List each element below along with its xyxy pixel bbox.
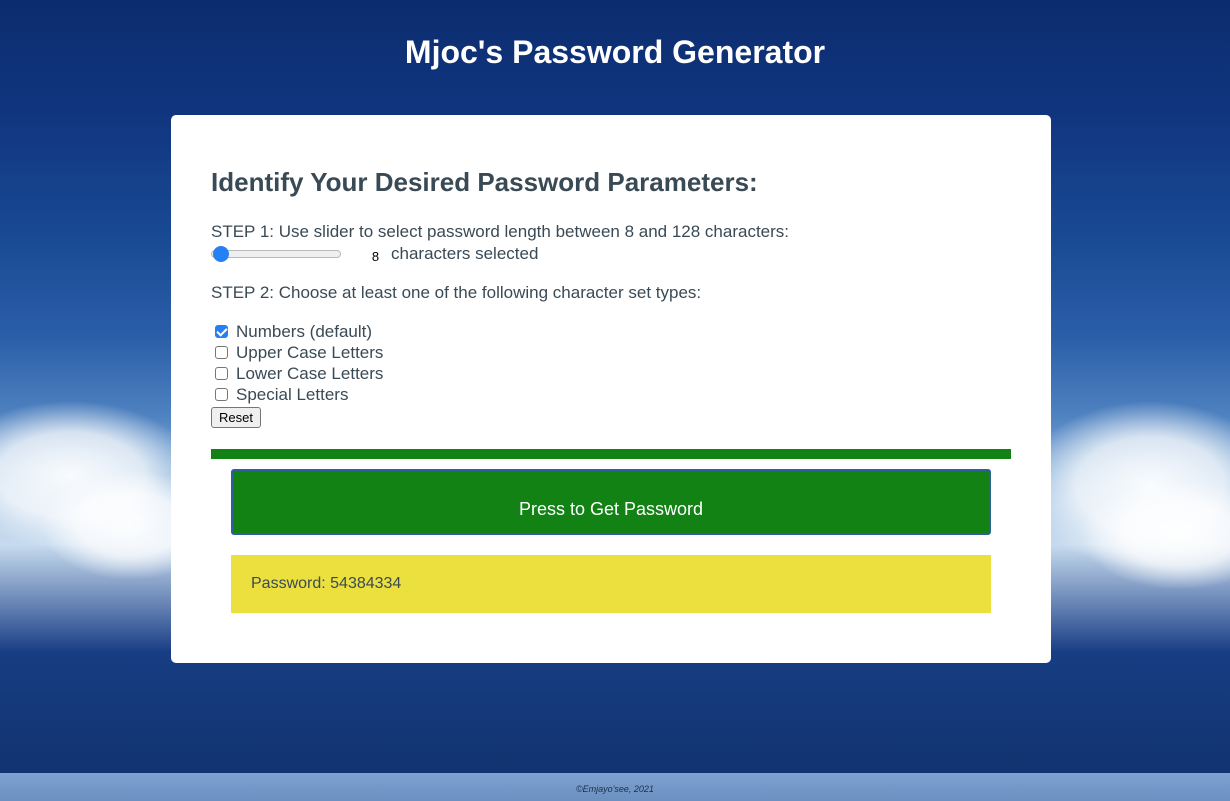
- password-text: Password: 54384334: [251, 575, 402, 592]
- numbers-label: Numbers (default): [236, 321, 373, 341]
- upper-case-label: Upper Case Letters: [236, 342, 384, 362]
- generator-card: Identify Your Desired Password Parameter…: [171, 115, 1051, 663]
- step1-instructions: STEP 1: Use slider to select password le…: [211, 222, 790, 241]
- background-horizon: [0, 651, 1230, 773]
- option-lower-case[interactable]: Lower Case Letters: [211, 363, 383, 384]
- length-value: 8: [371, 248, 380, 264]
- reset-button[interactable]: Reset: [211, 407, 261, 428]
- length-slider-row: 8 characters selected: [211, 243, 538, 265]
- lower-case-label: Lower Case Letters: [236, 363, 384, 383]
- length-value-suffix: characters selected: [391, 244, 539, 263]
- lower-case-checkbox[interactable]: [215, 367, 228, 380]
- section-divider: [211, 449, 1011, 459]
- slider-track[interactable]: [211, 250, 341, 258]
- password-output: Password: 54384334: [231, 555, 991, 613]
- upper-case-checkbox[interactable]: [215, 346, 228, 359]
- slider-thumb[interactable]: [213, 246, 229, 262]
- numbers-checkbox[interactable]: [215, 325, 228, 338]
- character-set-options: Numbers (default) Upper Case Letters Low…: [211, 321, 383, 405]
- option-numbers[interactable]: Numbers (default): [211, 321, 383, 342]
- special-label: Special Letters: [236, 384, 349, 404]
- step2-instructions: STEP 2: Choose at least one of the follo…: [211, 283, 702, 302]
- special-checkbox[interactable]: [215, 388, 228, 401]
- copyright-footer: ©Emjayo'see, 2021: [576, 784, 654, 794]
- option-special[interactable]: Special Letters: [211, 384, 383, 405]
- get-password-button[interactable]: Press to Get Password: [231, 469, 991, 535]
- form-heading: Identify Your Desired Password Parameter…: [211, 167, 758, 197]
- page-title: Mjoc's Password Generator: [404, 34, 826, 70]
- option-upper-case[interactable]: Upper Case Letters: [211, 342, 383, 363]
- length-slider[interactable]: [211, 245, 341, 263]
